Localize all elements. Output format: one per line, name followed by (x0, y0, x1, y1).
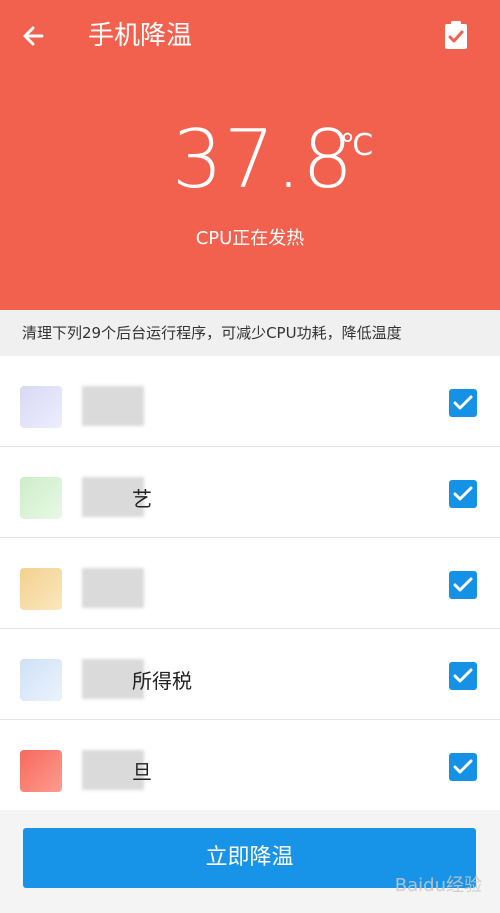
app-checkbox[interactable] (449, 571, 477, 599)
app-name-blur (82, 386, 144, 426)
cleanup-note-text: 清理下列29个后台运行程序，可减少CPU功耗，降低温度 (22, 324, 402, 342)
app-checkbox[interactable] (449, 480, 477, 508)
checkmark-icon (453, 759, 473, 774)
app-row[interactable] (0, 356, 500, 447)
app-checkbox[interactable] (449, 753, 477, 781)
header: 手机降温 37.8 ℃ CPU正在发热 (0, 0, 500, 310)
app-name-blur (82, 568, 144, 608)
clipboard-check-icon[interactable] (440, 18, 472, 52)
checkmark-icon (453, 395, 473, 410)
checkmark-icon (453, 577, 473, 592)
app-row[interactable]: 艺 (0, 447, 500, 538)
app-checkbox[interactable] (449, 662, 477, 690)
temperature-value: 37.8 (172, 113, 355, 206)
watermark: Baidu经验 (394, 875, 482, 896)
app-icon (20, 386, 62, 428)
app-icon (20, 750, 62, 792)
app-row[interactable] (0, 538, 500, 629)
app-row[interactable]: 所得税 (0, 629, 500, 720)
back-arrow-icon[interactable] (18, 20, 50, 52)
app-icon (20, 568, 62, 610)
checkmark-icon (453, 668, 473, 683)
temperature-unit: ℃ (340, 128, 374, 163)
app-row[interactable]: 旦 (0, 720, 500, 810)
app-icon (20, 477, 62, 519)
app-name: 所得税 (132, 669, 192, 693)
cleanup-note: 清理下列29个后台运行程序，可减少CPU功耗，降低温度 (0, 310, 500, 356)
cpu-status: CPU正在发热 (195, 228, 305, 249)
page-title: 手机降温 (88, 21, 193, 51)
app-list: 艺 所得税 旦 (0, 356, 500, 810)
app-name: 艺 (132, 487, 152, 511)
app-name: 旦 (132, 760, 152, 784)
checkmark-icon (453, 486, 473, 501)
app-icon (20, 659, 62, 701)
app-checkbox[interactable] (449, 389, 477, 417)
